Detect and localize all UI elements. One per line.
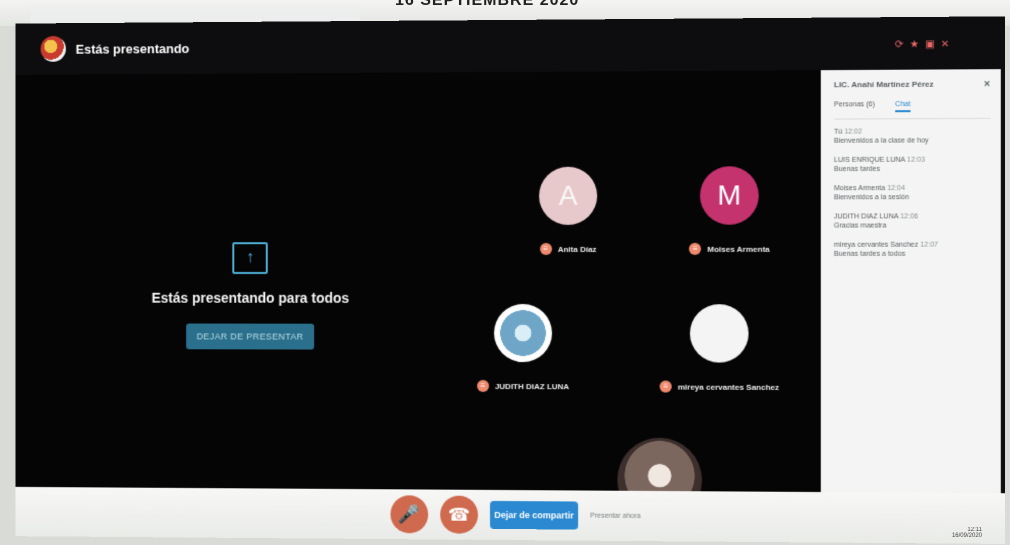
participant-avatar: M: [700, 166, 759, 225]
microphone-off-icon[interactable]: 🎤: [390, 495, 429, 534]
participant-name: Moises Armenta: [707, 244, 770, 254]
participant-tile[interactable]: ≡ mireya cervantes Sanchez: [643, 304, 795, 393]
message-author: mireya cervantes Sanchez: [833, 241, 919, 249]
participant-tile[interactable]: A ≡ Anita Díaz: [513, 166, 623, 255]
stop-sharing-button[interactable]: Dejar de compartir: [490, 500, 579, 530]
stop-presenting-button[interactable]: DEJAR DE PRESENTAR: [186, 323, 315, 350]
window-controls: ⟳ ★ ▣ ✕: [895, 39, 949, 50]
participant-name: mireya cervantes Sanchez: [677, 382, 780, 392]
chat-sidebar: LIC. Anahí Martínez Pérez ✕ Personas (6)…: [820, 69, 1001, 496]
message-time: 12:07: [920, 241, 939, 249]
chat-message: LUIS ENRIQUE LUNA 12:03 Buenas tardes: [834, 155, 991, 175]
meeting-controls: 🎤 ☎ Dejar de compartir Presentar ahora: [15, 486, 1005, 544]
message-time: 12:03: [907, 156, 925, 164]
participant-tile[interactable]: M ≡ Moises Armenta: [654, 166, 806, 255]
end-call-icon[interactable]: ☎: [440, 495, 479, 534]
screen: Estás presentando ⟳ ★ ▣ ✕ ↑ Estás presen…: [15, 16, 1005, 544]
mute-icon: ≡: [659, 380, 672, 393]
message-time: 12:06: [900, 212, 919, 221]
star-icon[interactable]: ★: [910, 39, 919, 50]
participant-avatar: [494, 303, 553, 363]
chat-message: JUDITH DIAZ LUNA 12:06 Gracias maestra: [834, 212, 991, 231]
message-author: Moises Armenta: [833, 184, 886, 193]
participant-label: ≡ mireya cervantes Sanchez: [643, 380, 795, 393]
mute-icon: ≡: [476, 379, 489, 392]
presenting-panel: ↑ Estás presentando para todos DEJAR DE …: [132, 242, 368, 350]
taskbar-clock: 12:11 16/09/2020: [952, 527, 982, 539]
participant-avatar: [689, 304, 749, 363]
message-author: JUDITH DIAZ LUNA: [833, 212, 899, 221]
message-time: 12:04: [887, 184, 906, 192]
refresh-icon[interactable]: ⟳: [895, 39, 904, 50]
photo-caption: 16 SEPTIEMBRE 2020: [395, 0, 580, 9]
upload-icon: ↑: [232, 242, 268, 274]
close-icon[interactable]: ✕: [941, 39, 950, 50]
mute-icon: ≡: [689, 242, 702, 255]
sidebar-tabs: Personas (6) Chat: [833, 100, 991, 120]
message-time: 12:02: [844, 128, 863, 136]
presenting-title: Estás presentando: [75, 40, 190, 57]
app-logo-icon: [40, 36, 66, 62]
message-text: Bienvenidos a la clase de hoy: [833, 137, 929, 146]
close-sidebar-icon[interactable]: ✕: [984, 79, 991, 88]
present-now-text[interactable]: Presentar ahora: [590, 512, 641, 519]
tab-chat[interactable]: Chat: [895, 101, 911, 113]
participant-label: ≡ JUDITH DIAZ LUNA: [463, 379, 583, 392]
tab-people[interactable]: Personas (6): [834, 101, 875, 112]
participant-tile[interactable]: ≡ JUDITH DIAZ LUNA: [463, 303, 583, 392]
chat-message: mireya cervantes Sanchez 12:07 Buenas ta…: [834, 240, 991, 259]
participant-label: ≡ Moises Armenta: [654, 242, 806, 255]
message-text: Gracias maestra: [833, 222, 887, 230]
message-author: LUIS ENRIQUE LUNA: [833, 156, 906, 164]
sidebar-header: LIC. Anahí Martínez Pérez ✕: [834, 79, 991, 89]
message-author: Tú: [833, 128, 843, 136]
mute-icon: ≡: [539, 242, 552, 255]
participant-label: ≡ Anita Díaz: [513, 242, 623, 255]
participant-avatar: A: [539, 166, 598, 225]
chat-message: Moises Armenta 12:04 Bienvenidos a la se…: [834, 184, 991, 203]
taskbar-date: 16/09/2020: [951, 533, 982, 539]
presenting-message: Estás presentando para todos: [151, 289, 350, 306]
message-text: Buenas tardes: [833, 166, 881, 174]
screen-header: Estás presentando: [15, 16, 1005, 74]
message-text: Bienvenidos a la sesión: [833, 194, 910, 202]
message-text: Buenas tardes a todos: [833, 250, 906, 258]
extension-icon[interactable]: ▣: [925, 39, 935, 50]
participant-name: JUDITH DIAZ LUNA: [494, 381, 570, 391]
chat-message: Tú 12:02 Bienvenidos a la clase de hoy: [834, 127, 991, 147]
participant-name: Anita Díaz: [557, 244, 597, 254]
sidebar-title: LIC. Anahí Martínez Pérez: [833, 79, 934, 90]
meeting-stage: ↑ Estás presentando para todos DEJAR DE …: [15, 70, 831, 523]
